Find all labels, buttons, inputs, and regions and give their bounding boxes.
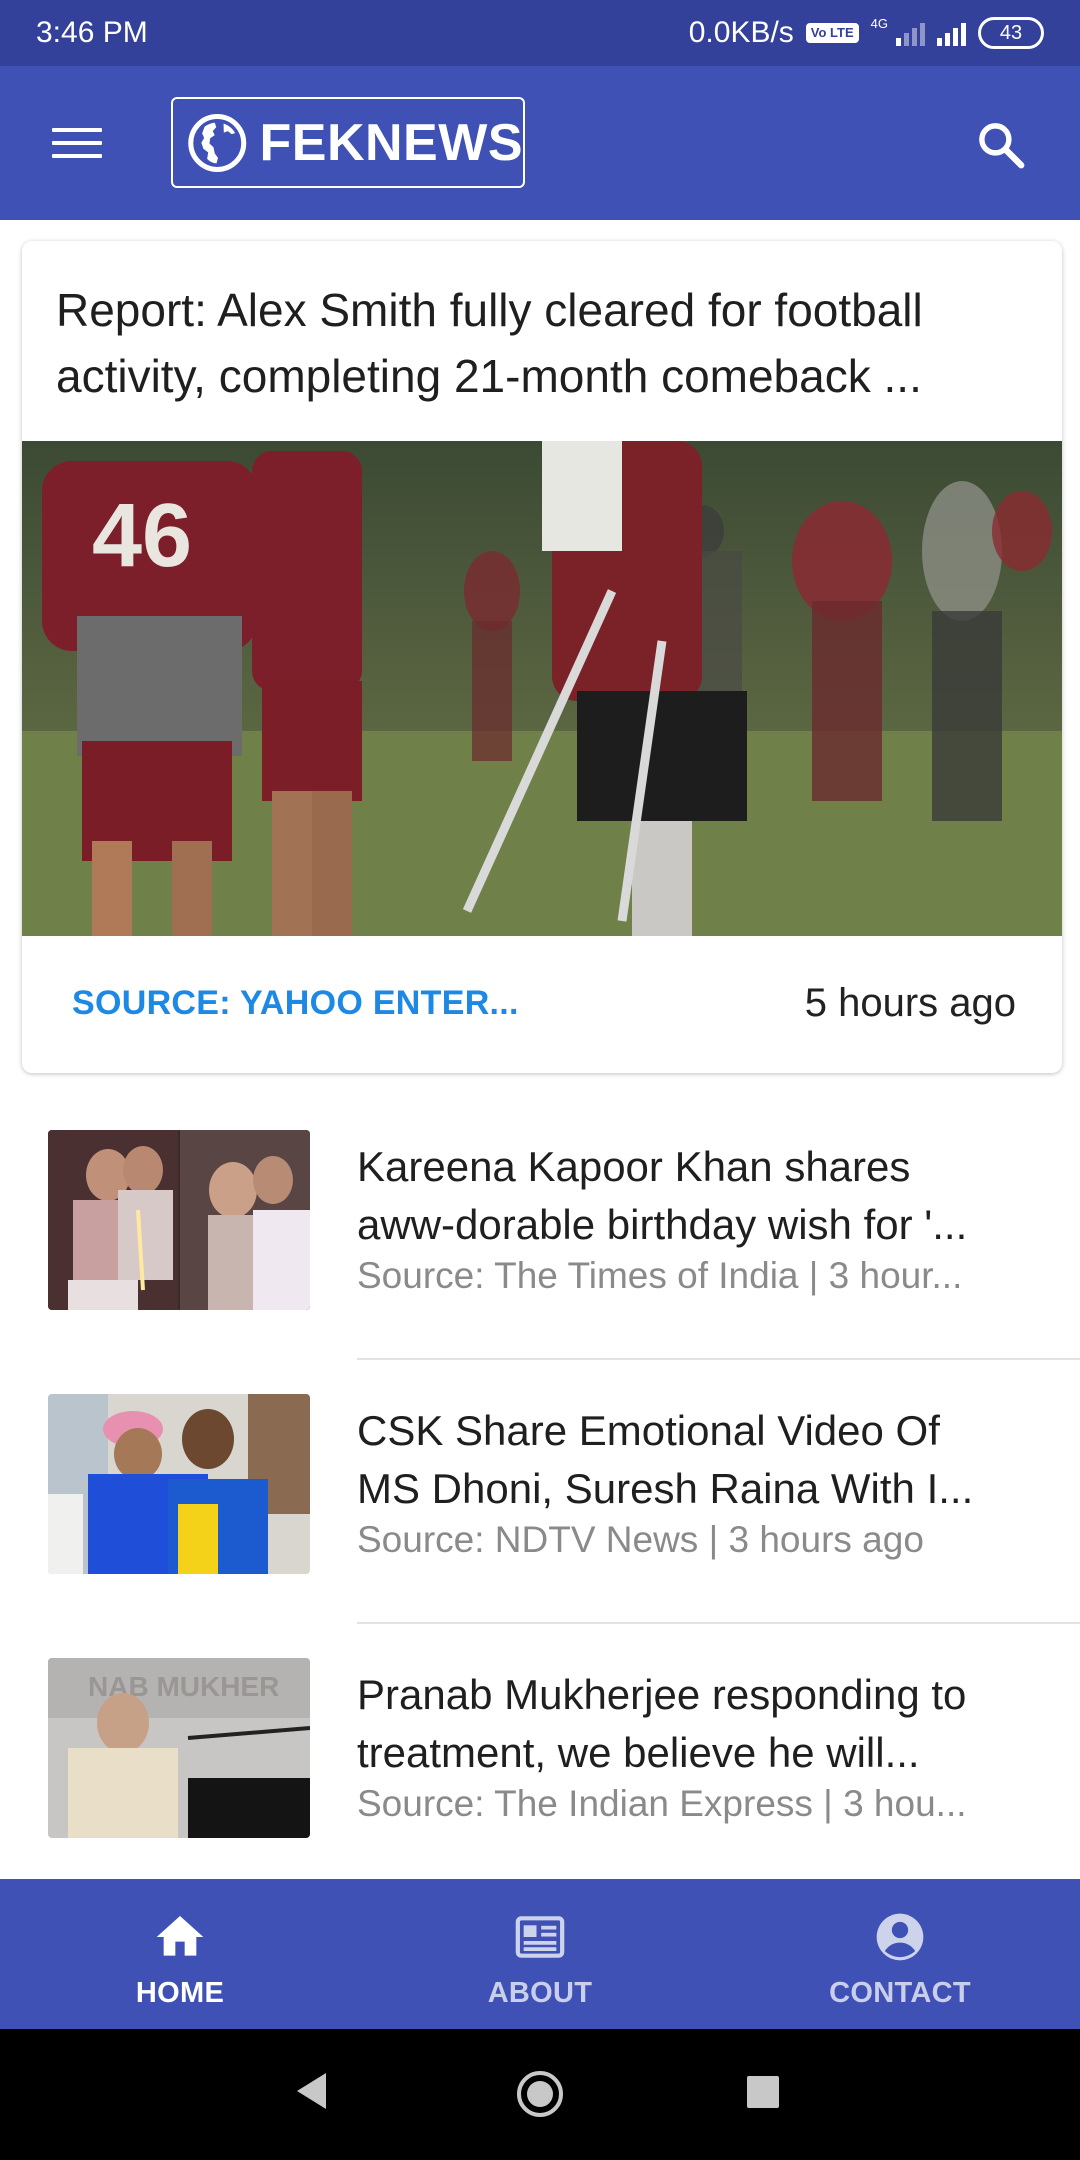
newspaper-icon [515,1916,565,1958]
news-list-item[interactable]: CSK Share Emotional Video Of MS Dhoni, S… [0,1394,1080,1658]
news-title: Kareena Kapoor Khan shares aww-dorable b… [357,1143,968,1248]
battery-icon: 43 [978,17,1044,49]
news-source-time: Source: NDTV News | 3 hours ago [357,1519,924,1560]
nav-label: ABOUT [487,1977,593,2009]
featured-timestamp: 5 hours ago [804,981,1016,1025]
network-type: 4G [870,15,888,31]
signal-icon [937,20,966,46]
recents-square-icon[interactable] [747,2076,779,2108]
nav-about[interactable]: ABOUT [360,1879,720,2029]
nav-label: HOME [135,1977,225,2009]
status-indicators: 0.0KB/s Vo LTE 4G 43 [689,16,1044,50]
system-navigation-bar [0,2029,1080,2160]
status-time: 3:46 PM [36,16,148,49]
nav-home[interactable]: HOME [0,1879,360,2029]
home-circle-icon[interactable] [515,2069,565,2119]
featured-source-link[interactable]: SOURCE: YAHOO ENTER... [72,984,552,1023]
news-thumbnail: NAB MUKHER [48,1658,310,1838]
account-circle-icon [876,1913,924,1961]
featured-news-card[interactable]: Report: Alex Smith fully cleared for foo… [22,241,1062,1073]
divider [357,1358,1080,1360]
volte-icon: Vo LTE [805,23,859,43]
app-bar: FEKNEWS [0,66,1080,220]
bottom-navigation: HOME ABOUT CONTACT [0,1879,1080,2029]
featured-image: 46 [22,441,1062,936]
news-title: CSK Share Emotional Video Of MS Dhoni, S… [357,1407,974,1512]
back-triangle-icon[interactable] [293,2069,329,2113]
divider [357,1622,1080,1624]
featured-title: Report: Alex Smith fully cleared for foo… [56,284,923,402]
globe-icon [188,113,247,172]
nav-contact[interactable]: CONTACT [720,1879,1080,2029]
home-icon [156,1916,204,1956]
svg-text:46: 46 [92,486,192,586]
news-source-time: Source: The Times of India | 3 hour... [357,1255,963,1296]
news-thumbnail [48,1130,310,1310]
search-icon[interactable] [974,118,1028,172]
status-bar: 3:46 PM 0.0KB/s Vo LTE 4G 43 [0,0,1080,66]
news-list-item[interactable]: Kareena Kapoor Khan shares aww-dorable b… [0,1130,1080,1394]
news-source-time: Source: The Indian Express | 3 hou... [357,1783,967,1824]
news-thumbnail [48,1394,310,1574]
news-title: Pranab Mukherjee responding to treatment… [357,1671,967,1776]
app-logo: FEKNEWS [171,97,525,188]
signal-icon [896,20,925,46]
nav-label: CONTACT [829,1977,971,2009]
app-logo-text: FEKNEWS [259,113,523,172]
hamburger-menu-icon[interactable] [52,128,102,158]
net-speed: 0.0KB/s [688,16,794,49]
